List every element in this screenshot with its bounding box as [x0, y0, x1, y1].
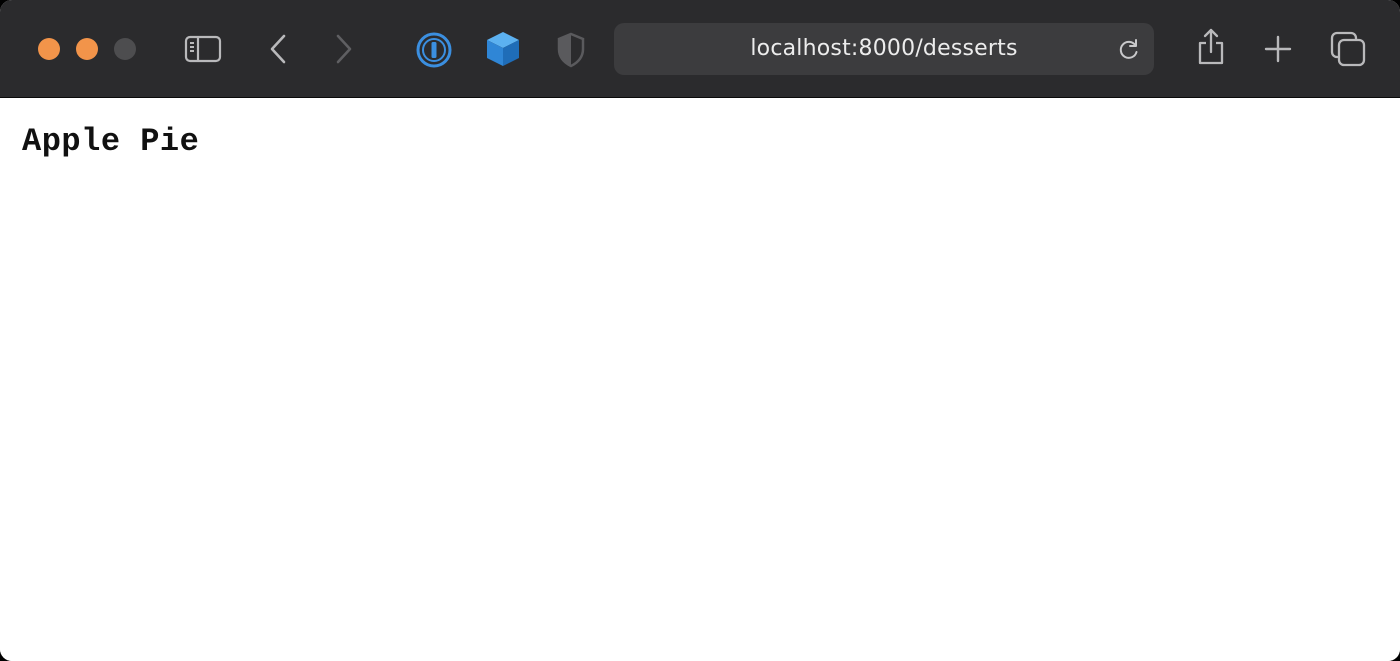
sidebar-icon[interactable]	[184, 34, 222, 64]
share-icon[interactable]	[1195, 27, 1227, 67]
page-content: Apple Pie	[0, 99, 1400, 661]
minimize-window-button[interactable]	[76, 38, 98, 60]
back-chevron-icon[interactable]	[266, 32, 290, 66]
new-tab-plus-icon[interactable]	[1263, 34, 1293, 64]
address-bar[interactable]: localhost:8000/desserts	[614, 23, 1154, 75]
zoom-window-button[interactable]	[114, 38, 136, 60]
tab-overview-icon[interactable]	[1329, 30, 1367, 68]
password-manager-icon[interactable]	[415, 31, 453, 69]
cube-extension-icon[interactable]	[484, 29, 522, 69]
close-window-button[interactable]	[38, 38, 60, 60]
shield-extension-icon[interactable]	[555, 31, 587, 69]
browser-toolbar: localhost:8000/desserts	[0, 0, 1400, 98]
browser-window: localhost:8000/desserts Apple Pie	[0, 0, 1400, 661]
reload-icon[interactable]	[1117, 37, 1141, 61]
forward-chevron-icon[interactable]	[332, 32, 356, 66]
url-text: localhost:8000/desserts	[750, 36, 1018, 61]
page-body-text: Apple Pie	[22, 123, 200, 160]
